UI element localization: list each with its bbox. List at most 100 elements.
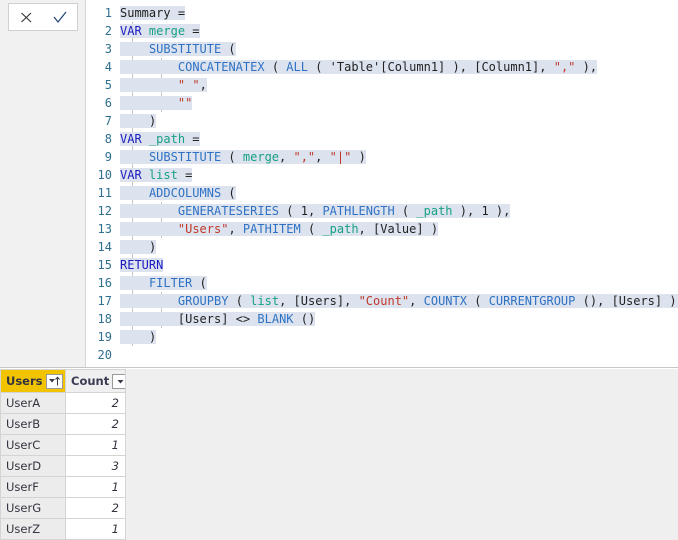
line-number: 12 xyxy=(97,204,112,218)
code-line[interactable]: 8 VAR _path = xyxy=(86,130,678,148)
code-line[interactable]: 11 ADDCOLUMNS ( xyxy=(86,184,678,202)
code-text[interactable]: " ", xyxy=(120,78,207,92)
table-row[interactable]: UserZ 1 xyxy=(0,518,126,540)
line-number: 9 xyxy=(104,150,112,164)
column-header-users-label: Users xyxy=(6,374,43,388)
line-number: 8 xyxy=(104,132,112,146)
line-number: 7 xyxy=(104,114,112,128)
cell-count: 1 xyxy=(65,434,126,456)
cell-users: UserZ xyxy=(0,518,66,540)
cell-count: 3 xyxy=(65,455,126,477)
cell-users: UserD xyxy=(0,455,66,477)
code-line[interactable]: 16 FILTER ( xyxy=(86,274,678,292)
line-number: 13 xyxy=(97,222,112,236)
code-text[interactable]: ADDCOLUMNS ( xyxy=(120,186,236,200)
chevron-down-glyph xyxy=(117,379,124,383)
cell-users: UserC xyxy=(0,434,66,456)
code-text[interactable]: FILTER ( xyxy=(120,276,207,290)
line-number: 11 xyxy=(97,186,112,200)
code-text[interactable]: ) xyxy=(120,240,157,254)
line-number: 18 xyxy=(97,312,112,326)
line-number: 1 xyxy=(104,6,112,20)
code-text[interactable]: SUBSTITUTE ( xyxy=(120,42,236,56)
code-line[interactable]: 15 RETURN xyxy=(86,256,678,274)
table-row[interactable]: UserD 3 xyxy=(0,455,126,477)
line-number: 17 xyxy=(97,294,112,308)
code-line[interactable]: 7 ) xyxy=(86,112,678,130)
results-preview-region: Users Count UserA 2 UserB 2 UserC 1 User… xyxy=(0,369,678,540)
cell-count: 2 xyxy=(65,497,126,519)
code-line[interactable]: 5 " ", xyxy=(86,76,678,94)
line-number: 16 xyxy=(97,276,112,290)
code-line[interactable]: 6 "" xyxy=(86,94,678,112)
code-line[interactable]: 14 ) xyxy=(86,238,678,256)
sort-ascending-icon[interactable] xyxy=(45,373,63,389)
column-header-users[interactable]: Users xyxy=(0,369,66,393)
code-lines[interactable]: 1 Summary = 2 VAR merge = 3 SUBSTITUTE (4 CO… xyxy=(86,0,678,364)
line-number: 19 xyxy=(97,330,112,344)
table-row[interactable]: UserF 1 xyxy=(0,476,126,498)
code-text[interactable]: SUBSTITUTE ( merge, ",", "|" ) xyxy=(120,150,366,164)
code-line[interactable]: 18 [Users] <> BLANK () xyxy=(86,310,678,328)
cell-count: 2 xyxy=(65,413,126,435)
line-number: 6 xyxy=(104,96,112,110)
code-line[interactable]: 2 VAR merge = xyxy=(86,22,678,40)
code-text[interactable]: "" xyxy=(120,96,193,110)
code-line[interactable]: 10 VAR list = xyxy=(86,166,678,184)
code-text[interactable]: VAR list = xyxy=(120,168,193,182)
close-x-icon xyxy=(20,12,31,22)
line-number: 10 xyxy=(97,168,112,182)
code-text[interactable]: Summary = xyxy=(120,6,186,20)
commit-button[interactable] xyxy=(47,5,73,29)
code-line[interactable]: 20 xyxy=(86,346,678,364)
formula-editor-region: 1 Summary = 2 VAR merge = 3 SUBSTITUTE (4 CO… xyxy=(0,0,678,368)
code-line[interactable]: 4 CONCATENATEX ( ALL ( 'Table'[Column1] … xyxy=(86,58,678,76)
cell-count: 1 xyxy=(65,518,126,540)
results-table-body: UserA 2 UserB 2 UserC 1 UserD 3 UserF 1 UserG 2 User… xyxy=(0,392,126,540)
cell-users: UserB xyxy=(0,413,66,435)
dax-formula-editor-window: 1 Summary = 2 VAR merge = 3 SUBSTITUTE (4 CO… xyxy=(0,0,678,540)
table-row[interactable]: UserB 2 xyxy=(0,413,126,435)
code-text[interactable]: "Users", PATHITEM ( _path, [Value] ) xyxy=(120,222,439,236)
column-header-count-label: Count xyxy=(71,374,110,388)
table-row[interactable]: UserC 1 xyxy=(0,434,126,456)
code-editor[interactable]: 1 Summary = 2 VAR merge = 3 SUBSTITUTE (4 CO… xyxy=(86,0,678,367)
code-text[interactable]: VAR merge = xyxy=(120,24,200,38)
code-line[interactable]: 9 SUBSTITUTE ( merge, ",", "|" ) xyxy=(86,148,678,166)
cell-users: UserG xyxy=(0,497,66,519)
line-number: 5 xyxy=(104,78,112,92)
code-text[interactable]: ) xyxy=(120,114,157,128)
code-line[interactable]: 19 ) xyxy=(86,328,678,346)
code-line[interactable]: 17 GROUPBY ( list, [Users], "Count", COU… xyxy=(86,292,678,310)
line-number: 15 xyxy=(97,258,112,272)
cell-users: UserF xyxy=(0,476,66,498)
code-text[interactable]: GENERATESERIES ( 1, PATHLENGTH ( _path )… xyxy=(120,204,511,218)
code-line[interactable]: 3 SUBSTITUTE ( xyxy=(86,40,678,58)
code-text[interactable]: VAR _path = xyxy=(120,132,200,146)
line-number: 4 xyxy=(104,60,112,74)
line-number: 3 xyxy=(104,42,112,56)
line-number: 14 xyxy=(97,240,112,254)
cancel-button[interactable] xyxy=(13,5,39,29)
sort-ascending-glyph xyxy=(48,375,60,385)
cell-count: 2 xyxy=(65,392,126,414)
code-text[interactable]: CONCATENATEX ( ALL ( 'Table'[Column1] ),… xyxy=(120,60,598,74)
code-text[interactable]: RETURN xyxy=(120,258,164,272)
code-text[interactable]: [Users] <> BLANK () xyxy=(120,312,316,326)
column-header-count[interactable]: Count xyxy=(65,369,126,393)
table-header-row: Users Count xyxy=(0,369,126,393)
table-row[interactable]: UserG 2 xyxy=(0,497,126,519)
editor-left-panel xyxy=(0,0,86,367)
code-line[interactable]: 1 Summary = xyxy=(86,4,678,22)
cell-count: 1 xyxy=(65,476,126,498)
chevron-down-icon[interactable] xyxy=(112,373,125,389)
cell-users: UserA xyxy=(0,392,66,414)
checkmark-icon xyxy=(53,11,67,23)
line-number: 2 xyxy=(104,24,112,38)
table-row[interactable]: UserA 2 xyxy=(0,392,126,414)
code-text[interactable]: GROUPBY ( list, [Users], "Count", COUNTX… xyxy=(120,294,678,308)
code-text[interactable]: ) xyxy=(120,330,157,344)
commit-cancel-toolbar xyxy=(8,3,78,31)
code-line[interactable]: 13 "Users", PATHITEM ( _path, [Value] ) xyxy=(86,220,678,238)
code-line[interactable]: 12 GENERATESERIES ( 1, PATHLENGTH ( _pat… xyxy=(86,202,678,220)
